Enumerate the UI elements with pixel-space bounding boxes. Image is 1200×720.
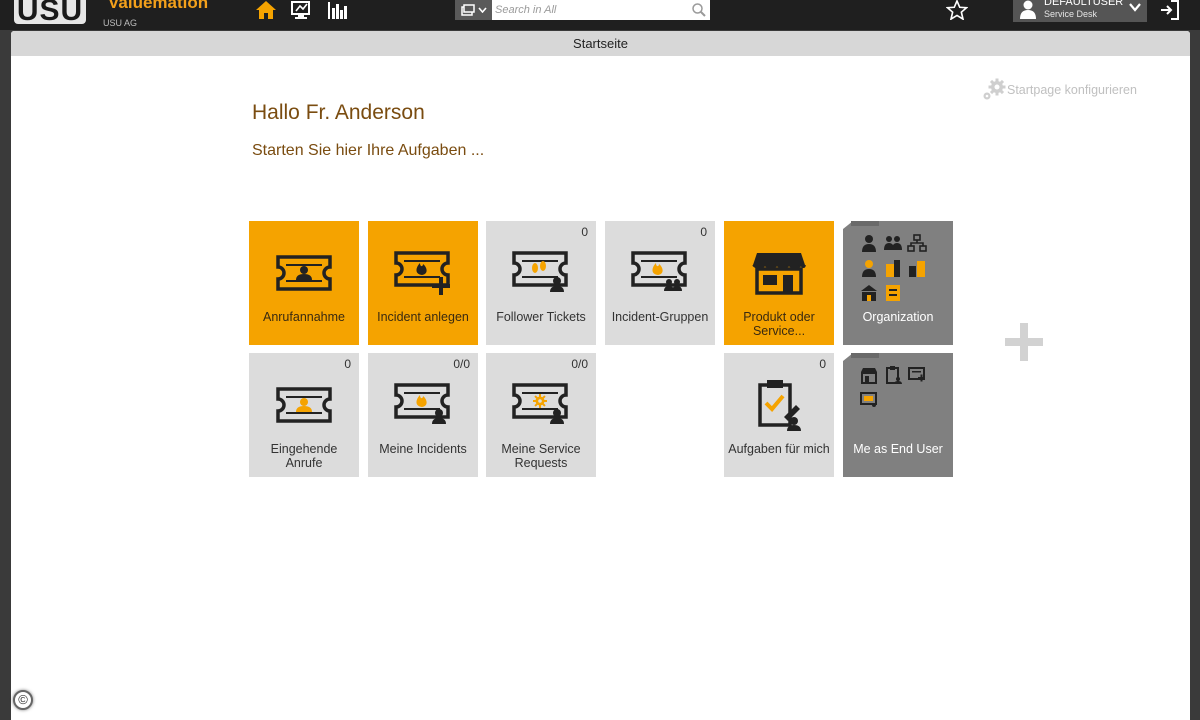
organization-folder-icon <box>859 233 931 308</box>
ticket-user-icon <box>249 245 359 301</box>
tile-label: Follower Tickets <box>496 310 586 324</box>
gear-icon <box>983 78 1006 100</box>
ticket-incoming-icon <box>249 377 359 433</box>
tile-label: Produkt oder Service... <box>743 310 815 338</box>
ticket-gear-user-icon <box>486 377 596 433</box>
tile-meine-incidents[interactable]: 0/0 Meine Incidents <box>368 353 478 477</box>
tile-produkt-oder-service[interactable]: Produkt oder Service... <box>724 221 834 345</box>
tile-count: 0 <box>344 357 351 371</box>
user-avatar-icon <box>1020 0 1036 19</box>
tile-label: Meine Incidents <box>379 442 467 456</box>
tile-anrufannahme[interactable]: Anrufannahme <box>249 221 359 345</box>
user-menu[interactable]: DEFAULTUSER Service Desk <box>1013 0 1147 22</box>
search-bar <box>455 0 710 20</box>
search-icon[interactable] <box>691 2 707 18</box>
search-scope-dropdown[interactable] <box>455 0 492 20</box>
tile-label: Anrufannahme <box>262 310 345 324</box>
tile-label: Incident-Gruppen <box>611 310 709 324</box>
configure-startpage-label: Startpage konfigurieren <box>1007 83 1137 97</box>
ticket-steps-icon <box>486 245 596 301</box>
tile-count: 0 <box>581 225 588 239</box>
brand-name: Valuemation <box>108 0 209 12</box>
tile-aufgaben-fuer-mich[interactable]: 0 Aufgaben für mich <box>724 353 834 477</box>
user-role: Service Desk <box>1044 9 1098 19</box>
ticket-fire-group-icon <box>605 245 715 301</box>
favorites-star-icon[interactable] <box>945 0 969 21</box>
tile-incident-gruppen[interactable]: 0 Incident-Gruppen <box>605 221 715 345</box>
tile-organization[interactable]: Organization <box>843 221 953 345</box>
tile-label: Eingehende Anrufe <box>270 442 338 470</box>
monitor-icon[interactable] <box>290 0 312 22</box>
tile-follower-tickets[interactable]: 0 Follower Tickets <box>486 221 596 345</box>
configure-startpage-link[interactable]: Startpage konfigurieren <box>981 78 1137 102</box>
greeting-heading: Hallo Fr. Anderson <box>252 101 425 124</box>
chevron-down-icon <box>1129 3 1141 12</box>
user-name: DEFAULTUSER <box>1044 0 1124 8</box>
plus-icon <box>1005 323 1043 361</box>
tile-eingehende-anrufe[interactable]: 0 Eingehende Anrufe <box>249 353 359 477</box>
tile-count: 0 <box>819 357 826 371</box>
top-bar: USU Valuemation USU AG DEFAULTUSER Servi… <box>0 0 1200 30</box>
tile-label: Incident anlegen <box>377 310 469 324</box>
clipboard-task-icon <box>724 377 834 433</box>
home-icon[interactable] <box>255 0 277 22</box>
tile-me-as-end-user[interactable]: Me as End User <box>843 353 953 477</box>
tile-label: Me as End User <box>853 442 943 456</box>
add-tile-button[interactable] <box>1005 323 1043 361</box>
window-stack-icon <box>460 4 475 16</box>
copyright-icon[interactable]: © <box>13 690 33 710</box>
shop-icon <box>724 245 834 301</box>
end-user-folder-icon <box>859 365 931 415</box>
search-input[interactable] <box>492 0 710 20</box>
tile-label: Aufgaben für mich <box>728 442 830 456</box>
tile-incident-anlegen[interactable]: Incident anlegen <box>368 221 478 345</box>
usu-logo: USU <box>14 0 86 24</box>
tile-label: Organization <box>862 310 934 324</box>
tile-count: 0/0 <box>453 357 470 371</box>
ticket-fire-user-icon <box>368 377 478 433</box>
tile-label: Meine Service Requests <box>501 442 581 470</box>
tile-meine-service-requests[interactable]: 0/0 Meine Service Requests <box>486 353 596 477</box>
logout-icon[interactable] <box>1160 0 1180 20</box>
greeting-subtitle: Starten Sie hier Ihre Aufgaben ... <box>252 142 485 159</box>
chart-icon[interactable] <box>326 0 348 22</box>
tile-count: 0 <box>700 225 707 239</box>
ticket-fire-add-icon <box>368 245 478 301</box>
tile-count: 0/0 <box>571 357 588 371</box>
chevron-down-icon <box>477 7 487 13</box>
page-title: Startseite <box>11 31 1190 56</box>
company-name: USU AG <box>103 18 138 28</box>
main-panel: Startseite Startpage konfigurieren Hallo… <box>11 31 1190 720</box>
